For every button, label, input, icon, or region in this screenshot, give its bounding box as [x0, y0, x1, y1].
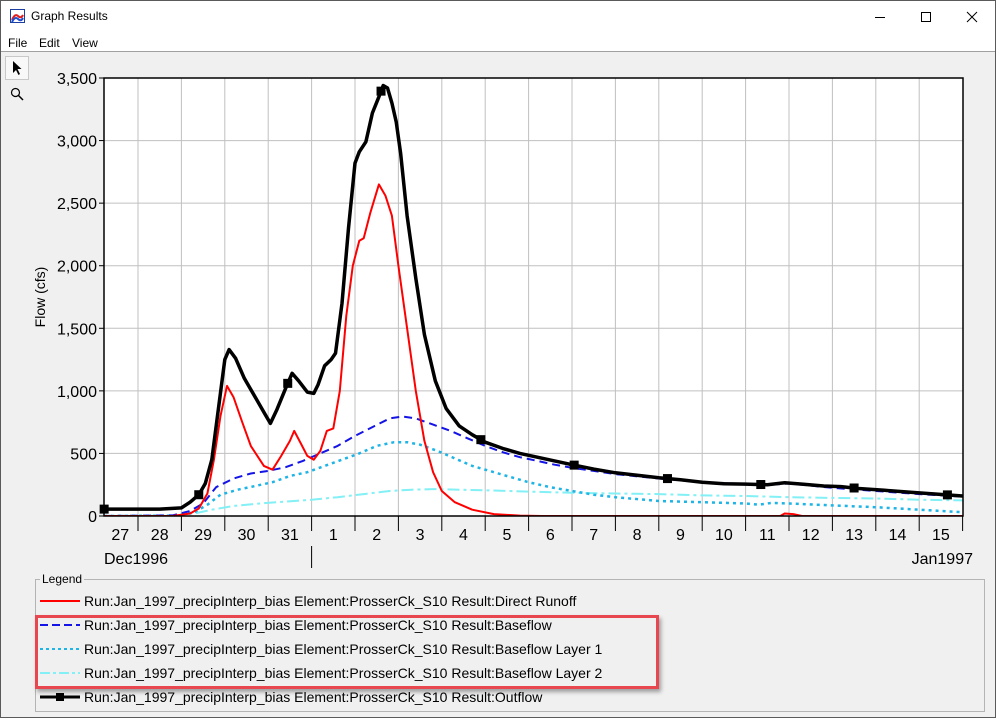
x-tick-label: 30	[238, 527, 256, 544]
y-tick-label: 500	[70, 446, 97, 463]
x-tick-label: 6	[546, 527, 555, 544]
legend-label: Run:Jan_1997_precipInterp_bias Element:P…	[84, 593, 577, 609]
x-tick-label: 14	[889, 527, 907, 544]
outflow-marker	[569, 460, 579, 470]
x-tick-label: 5	[502, 527, 511, 544]
outflow-marker	[283, 378, 293, 388]
title-bar: Graph Results	[1, 1, 995, 32]
x-tick-label: 4	[459, 527, 468, 544]
x-tick-label: 13	[845, 527, 863, 544]
flow-chart[interactable]: 0 500 1,000 1,500 2,000 2,500 3,000 3,500 Flow (…	[1, 53, 995, 573]
outflow-marker	[942, 490, 952, 500]
window-title: Graph Results	[31, 9, 108, 23]
x-tick-label: 9	[676, 527, 685, 544]
outflow-marker	[662, 474, 672, 484]
outflow-marker	[194, 490, 204, 500]
y-tick-label: 1,000	[57, 384, 97, 401]
plot-area	[104, 78, 963, 516]
y-tick-label: 2,000	[57, 259, 97, 276]
minimize-icon	[875, 16, 885, 18]
menu-file[interactable]: File	[8, 36, 27, 50]
x-tick-label: 28	[151, 527, 169, 544]
legend-highlight-annotation	[35, 615, 659, 689]
legend-swatch-outflow	[40, 693, 80, 701]
x-tick-label: 27	[111, 527, 129, 544]
outflow-marker	[476, 435, 486, 445]
y-tick-label: 0	[88, 509, 97, 526]
x-tick-label: 7	[589, 527, 598, 544]
graph-results-window: Graph Results File Edit View 0 500 1,000 1,…	[0, 0, 996, 718]
menu-edit[interactable]: Edit	[39, 36, 60, 50]
y-axis-label: Flow (cfs)	[32, 267, 48, 328]
close-icon	[966, 11, 978, 22]
menu-view[interactable]: View	[72, 36, 98, 50]
y-tick-label: 3,500	[57, 71, 97, 88]
x-tick-label: 11	[759, 527, 776, 544]
x-tick-label: 1	[329, 527, 338, 544]
app-icon	[10, 9, 25, 23]
outflow-marker	[849, 483, 859, 493]
legend-title: Legend	[40, 572, 85, 586]
legend-entry-direct-runoff: Run:Jan_1997_precipInterp_bias Element:P…	[40, 590, 576, 612]
y-tick-label: 3,000	[57, 134, 97, 151]
y-tick-label: 1,500	[57, 321, 97, 338]
outflow-marker	[756, 480, 766, 490]
x-tick-label: 2	[372, 527, 381, 544]
x-tick-label: 29	[194, 527, 212, 544]
x-tick-label: 8	[633, 527, 642, 544]
x-tick-label: 31	[281, 527, 299, 544]
x-tick-label: 10	[715, 527, 733, 544]
legend-entry-outflow: Run:Jan_1997_precipInterp_bias Element:P…	[40, 686, 542, 708]
month-label: Dec1996	[104, 551, 168, 568]
x-tick-label: 3	[416, 527, 425, 544]
close-button[interactable]	[949, 1, 995, 32]
x-tick-label: 12	[802, 527, 820, 544]
month-label: Jan1997	[912, 551, 973, 568]
x-tick-label: 15	[932, 527, 950, 544]
maximize-icon	[921, 11, 931, 22]
minimize-button[interactable]	[857, 1, 903, 32]
menu-bar: File Edit View	[1, 32, 995, 52]
legend-swatch-direct-runoff	[40, 600, 80, 602]
legend-label: Run:Jan_1997_precipInterp_bias Element:P…	[84, 689, 543, 705]
outflow-marker	[376, 86, 386, 96]
y-tick-label: 2,500	[57, 196, 97, 213]
maximize-button[interactable]	[903, 1, 949, 32]
